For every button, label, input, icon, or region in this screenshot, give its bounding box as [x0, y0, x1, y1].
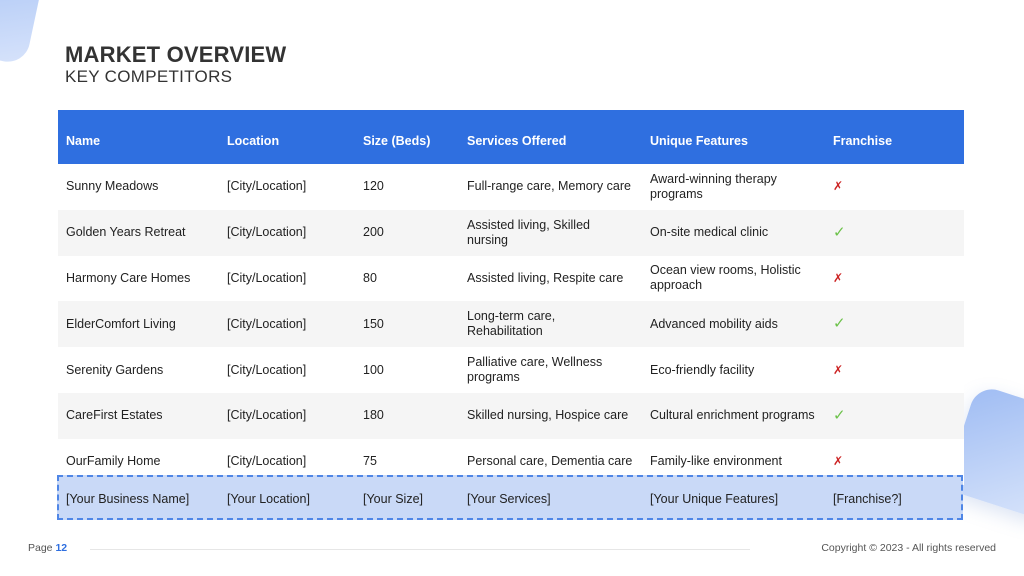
table-row: Serenity Gardens [City/Location] 100 Pal… [58, 347, 964, 393]
cell-size: 100 [355, 347, 459, 393]
column-header-franchise: Franchise [825, 110, 964, 164]
cell-services: Assisted living, Skilled nursing [459, 209, 642, 256]
cell-services: Full-range care, Memory care [459, 164, 642, 210]
cell-franchise: ✗ [825, 347, 964, 393]
page-subtitle: KEY COMPETITORS [65, 67, 233, 86]
cell-size: 120 [355, 164, 459, 210]
cell-features: Advanced mobility aids [642, 301, 825, 348]
table-row: Harmony Care Homes [City/Location] 80 As… [58, 255, 964, 302]
cross-icon: ✗ [833, 362, 844, 377]
cell-name: Golden Years Retreat [58, 209, 219, 256]
cell-name: Sunny Meadows [58, 164, 219, 210]
cell-features: Award-winning therapy programs [642, 164, 825, 210]
cell-services: Long-term care, Rehabilitation [459, 301, 642, 348]
cell-size: 80 [355, 255, 459, 302]
cross-icon: ✗ [833, 179, 844, 194]
check-icon: ✓ [833, 315, 846, 333]
column-header-size: Size (Beds) [355, 110, 459, 164]
page-number: Page 12 [28, 542, 67, 554]
cell-size: 150 [355, 301, 459, 348]
cross-icon: ✗ [833, 454, 844, 469]
page-label: Page [28, 542, 53, 554]
page-title: MARKET OVERVIEW [65, 42, 287, 67]
cell-location: [City/Location] [219, 209, 355, 256]
cell-size: 200 [355, 209, 459, 256]
cell-franchise: ✓ [825, 301, 964, 348]
cell-features: On-site medical clinic [642, 209, 825, 256]
cell-name: ElderComfort Living [58, 301, 219, 348]
your-size: [Your Size] [363, 492, 423, 506]
your-services: [Your Services] [467, 492, 551, 506]
cell-features: Cultural enrichment programs [642, 392, 825, 439]
your-business-name: [Your Business Name] [66, 492, 190, 506]
your-business-row: [Your Business Name] [Your Location] [Yo… [57, 475, 963, 520]
cell-location: [City/Location] [219, 255, 355, 302]
table-header-row: Name Location Size (Beds) Services Offer… [58, 110, 964, 164]
your-unique-features: [Your Unique Features] [650, 492, 779, 506]
cell-franchise: ✓ [825, 209, 964, 256]
your-location: [Your Location] [227, 492, 310, 506]
competitors-table: Name Location Size (Beds) Services Offer… [58, 110, 964, 485]
decorative-shape-top-left [0, 0, 46, 66]
cell-name: Serenity Gardens [58, 347, 219, 393]
cell-features: Eco-friendly facility [642, 347, 825, 393]
cell-location: [City/Location] [219, 301, 355, 348]
cell-location: [City/Location] [219, 392, 355, 439]
check-icon: ✓ [833, 223, 846, 241]
page-number-value: 12 [55, 542, 68, 554]
cell-services: Palliative care, Wellness programs [459, 347, 642, 393]
cell-name: Harmony Care Homes [58, 255, 219, 302]
footer-divider [90, 549, 750, 550]
your-franchise: [Franchise?] [833, 492, 902, 506]
cross-icon: ✗ [833, 270, 844, 285]
cell-size: 180 [355, 392, 459, 439]
cell-name: CareFirst Estates [58, 392, 219, 439]
cell-services: Skilled nursing, Hospice care [459, 392, 642, 439]
cell-franchise: ✗ [825, 255, 964, 302]
column-header-location: Location [219, 110, 355, 164]
table-row: CareFirst Estates [City/Location] 180 Sk… [58, 392, 964, 439]
column-header-name: Name [58, 110, 219, 164]
copyright-text: Copyright © 2023 - All rights reserved [821, 542, 996, 554]
cell-franchise: ✗ [825, 164, 964, 210]
cell-location: [City/Location] [219, 164, 355, 210]
check-icon: ✓ [833, 406, 846, 424]
table-row: Sunny Meadows [City/Location] 120 Full-r… [58, 164, 964, 210]
cell-services: Assisted living, Respite care [459, 255, 642, 302]
column-header-features: Unique Features [642, 110, 825, 164]
cell-features: Ocean view rooms, Holistic approach [642, 255, 825, 302]
cell-location: [City/Location] [219, 347, 355, 393]
table-row: ElderComfort Living [City/Location] 150 … [58, 301, 964, 348]
cell-franchise: ✓ [825, 392, 964, 439]
column-header-services: Services Offered [459, 110, 642, 164]
table-row: Golden Years Retreat [City/Location] 200… [58, 209, 964, 256]
